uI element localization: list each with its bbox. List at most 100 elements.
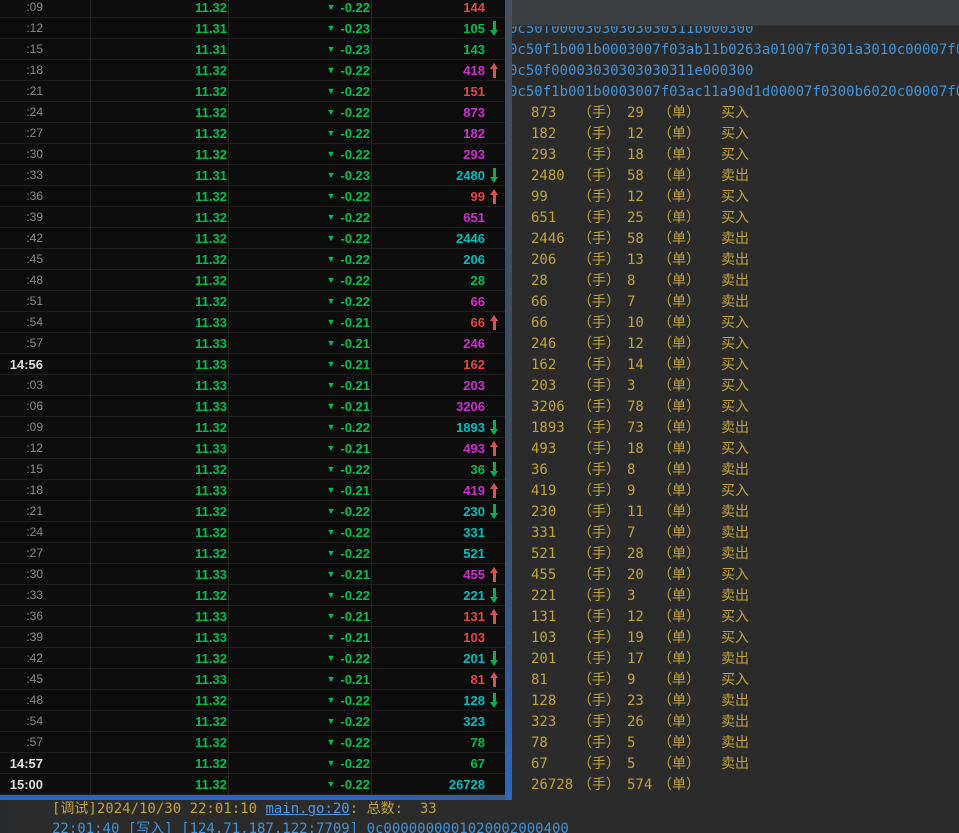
trade-volume: 99: [370, 189, 485, 204]
console-trade-line: 162（手）14（单）买入: [509, 355, 959, 376]
trade-direction: 买入: [721, 355, 749, 376]
trade-direction: 卖出: [721, 166, 749, 187]
tick-row[interactable]: :5111.32▼-0.2266: [0, 291, 505, 312]
trade-volume: 201: [370, 651, 485, 666]
lots-unit: （手）: [578, 586, 620, 607]
console-output[interactable]: 0c50f00003030303030311b0003000c50f1b001b…: [509, 19, 959, 796]
tick-row[interactable]: :5711.32▼-0.2278: [0, 732, 505, 753]
console-trade-line: 419（手）9（单）买入: [509, 481, 959, 502]
change-value: -0.22: [340, 525, 370, 540]
tick-row[interactable]: :3011.32▼-0.22293: [0, 144, 505, 165]
tick-row[interactable]: :1511.31▼-0.23143: [0, 39, 505, 60]
tick-row[interactable]: :3911.32▼-0.22651: [0, 207, 505, 228]
trade-time: :42: [0, 231, 43, 245]
orders-unit: （单）: [658, 460, 700, 481]
trade-price: 11.32: [43, 84, 227, 99]
tick-row[interactable]: :0611.33▼-0.213206: [0, 396, 505, 417]
change-value: -0.22: [340, 105, 370, 120]
tick-row[interactable]: :2711.32▼-0.22521: [0, 543, 505, 564]
hex-dump-line: 0c50f1b001b0003007f03ab11b0263a01007f030…: [509, 40, 959, 61]
trade-volume: 521: [370, 546, 485, 561]
tick-row[interactable]: :4211.32▼-0.22201: [0, 648, 505, 669]
tick-table[interactable]: :0911.32▼-0.22144:1211.31▼-0.23105:1511.…: [0, 0, 505, 795]
tick-row[interactable]: :4811.32▼-0.22128: [0, 690, 505, 711]
tick-row[interactable]: :0911.32▼-0.221893: [0, 417, 505, 438]
arrow-cell: [485, 462, 504, 477]
tick-row[interactable]: :2111.32▼-0.22151: [0, 81, 505, 102]
tick-row[interactable]: :3911.33▼-0.21103: [0, 627, 505, 648]
hex-dump-line: 0c50f1b001b0003007f03ac11a90d1d00007f030…: [509, 82, 959, 103]
orders-unit: （单）: [658, 250, 700, 271]
console-trade-line: 246（手）12（单）买入: [509, 334, 959, 355]
lots-value: 26728: [531, 775, 573, 796]
source-file-link[interactable]: main.go:20: [265, 801, 349, 817]
tick-row[interactable]: :5411.33▼-0.2166: [0, 312, 505, 333]
tick-row[interactable]: :3611.33▼-0.21131: [0, 606, 505, 627]
tick-row[interactable]: :2711.32▼-0.22182: [0, 123, 505, 144]
trade-time: 14:57: [0, 756, 43, 771]
tick-row[interactable]: :3311.32▼-0.22221: [0, 585, 505, 606]
change-value: -0.21: [340, 483, 370, 498]
tick-row[interactable]: 14:5611.33▼-0.21162: [0, 354, 505, 375]
arrow-cell: [485, 588, 504, 603]
tick-row[interactable]: :0911.32▼-0.22144: [0, 0, 505, 18]
tick-row[interactable]: :4211.32▼-0.222446: [0, 228, 505, 249]
trade-price: 11.33: [43, 441, 227, 456]
down-triangle-icon: ▼: [326, 548, 335, 558]
tick-row[interactable]: :2411.32▼-0.22331: [0, 522, 505, 543]
lots-unit: （手）: [578, 124, 620, 145]
trade-price: 11.32: [43, 126, 227, 141]
orders-value: 7: [627, 523, 635, 544]
column-divider: [228, 0, 229, 795]
trade-volume: 221: [370, 588, 485, 603]
trade-direction: 卖出: [721, 691, 749, 712]
tick-row[interactable]: :5411.32▼-0.22323: [0, 711, 505, 732]
down-arrow-icon: [490, 462, 499, 477]
tick-row[interactable]: :3011.33▼-0.21455: [0, 564, 505, 585]
console-trade-line: 323（手）26（单）卖出: [509, 712, 959, 733]
down-triangle-icon: ▼: [326, 296, 335, 306]
tick-row[interactable]: :1811.33▼-0.21419: [0, 480, 505, 501]
tick-row[interactable]: :1211.33▼-0.21493: [0, 438, 505, 459]
tick-row[interactable]: :4511.33▼-0.2181: [0, 669, 505, 690]
tick-row[interactable]: :1811.32▼-0.22418: [0, 60, 505, 81]
tick-row[interactable]: :4811.32▼-0.2228: [0, 270, 505, 291]
tick-row[interactable]: :3611.32▼-0.2299: [0, 186, 505, 207]
console-gutter: [0, 800, 8, 833]
tick-row[interactable]: :2111.32▼-0.22230: [0, 501, 505, 522]
trade-volume: 1893: [370, 420, 485, 435]
tick-row[interactable]: :0311.33▼-0.21203: [0, 375, 505, 396]
console-trade-line: 103（手）19（单）买入: [509, 628, 959, 649]
down-triangle-icon: ▼: [326, 590, 335, 600]
price-change: ▼-0.22: [227, 651, 370, 666]
window-border-right: [505, 0, 512, 800]
lots-value: 201: [531, 649, 556, 670]
tick-row[interactable]: :3311.31▼-0.232480: [0, 165, 505, 186]
orders-unit: （单）: [658, 124, 700, 145]
price-change: ▼-0.21: [227, 483, 370, 498]
lots-unit: （手）: [578, 691, 620, 712]
lots-unit: （手）: [578, 502, 620, 523]
lots-value: 1893: [531, 418, 565, 439]
tick-row[interactable]: :5711.33▼-0.21246: [0, 333, 505, 354]
orders-value: 18: [627, 439, 644, 460]
tick-row[interactable]: 15:0011.32▼-0.2226728: [0, 774, 505, 795]
arrow-cell: [485, 651, 504, 666]
lots-unit: （手）: [578, 670, 620, 691]
lots-value: 2446: [531, 229, 565, 250]
change-value: -0.21: [340, 315, 370, 330]
price-change: ▼-0.21: [227, 336, 370, 351]
down-triangle-icon: ▼: [326, 443, 335, 453]
tick-row[interactable]: :2411.32▼-0.22873: [0, 102, 505, 123]
tick-row[interactable]: :4511.32▼-0.22206: [0, 249, 505, 270]
tick-row[interactable]: :1211.31▼-0.23105: [0, 18, 505, 39]
down-triangle-icon: ▼: [326, 191, 335, 201]
trade-volume: 203: [370, 378, 485, 393]
tick-row[interactable]: :1511.32▼-0.2236: [0, 459, 505, 480]
trade-volume: 651: [370, 210, 485, 225]
lots-value: 230: [531, 502, 556, 523]
lots-value: 419: [531, 481, 556, 502]
tick-row[interactable]: 14:5711.32▼-0.2267: [0, 753, 505, 774]
orders-value: 25: [627, 208, 644, 229]
trade-price: 11.33: [43, 609, 227, 624]
